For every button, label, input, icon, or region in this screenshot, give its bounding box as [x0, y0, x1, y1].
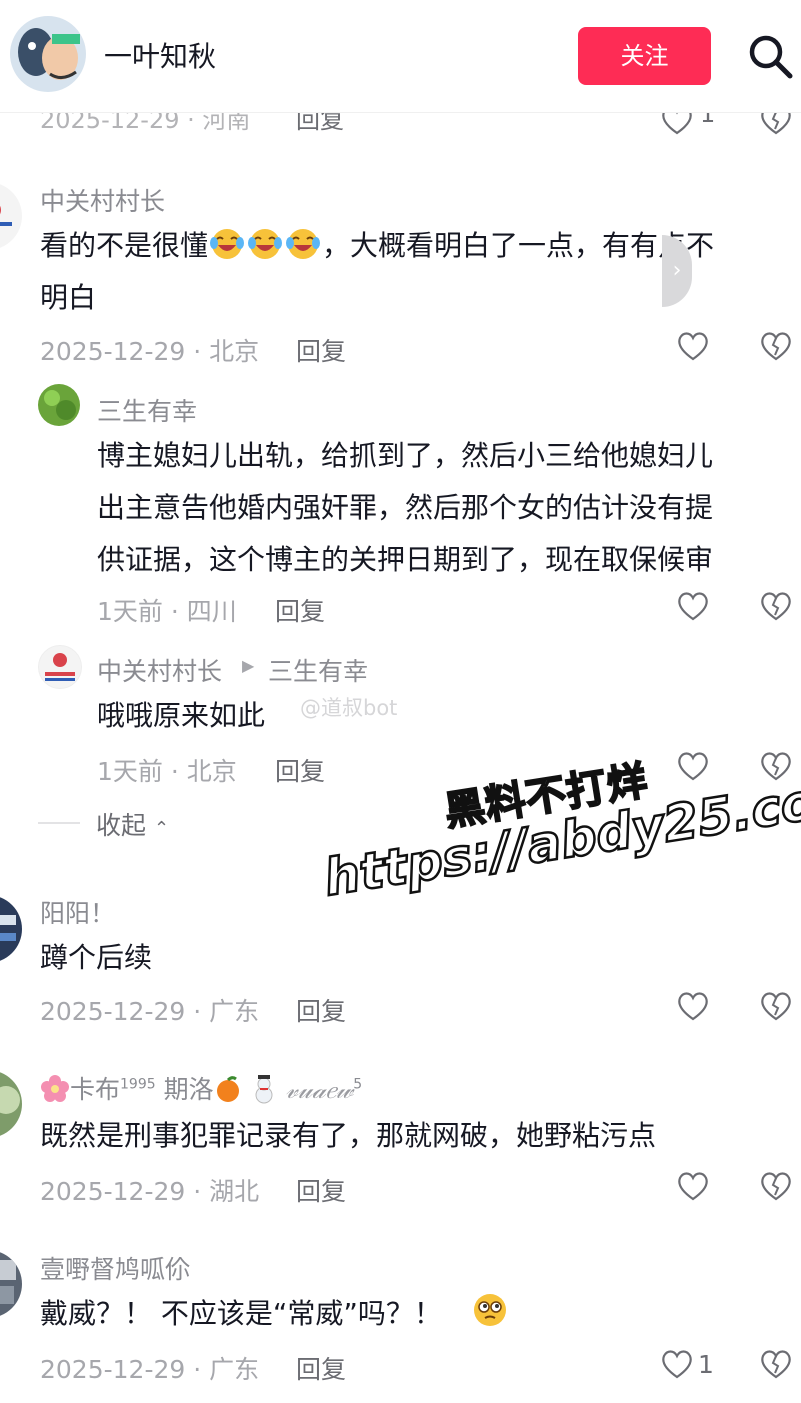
- laughing-crying-emoji-icon: [286, 226, 321, 260]
- comment-date: 2025-12-29 · 广东: [40, 997, 260, 1026]
- comment-date: 2025-12-29 · 湖北: [40, 1177, 260, 1206]
- dislike-icon[interactable]: [759, 1170, 793, 1206]
- comment-text-line: 出主意告他婚内强奸罪，然后那个女的估计没有提: [97, 491, 714, 524]
- reply-button[interactable]: 回复: [296, 1350, 346, 1386]
- reply-to-username[interactable]: 三生有幸: [268, 652, 368, 688]
- search-icon[interactable]: [746, 32, 794, 80]
- comment-text: 蹲个后续: [40, 941, 153, 974]
- comment-text-part: 看的不是很懂: [40, 229, 209, 262]
- laughing-crying-emoji-icon: [248, 226, 283, 260]
- orange-emoji-icon: [214, 1075, 242, 1104]
- dislike-icon[interactable]: [759, 590, 793, 626]
- comment-text-line: 博主媳妇儿出轨，给抓到了，然后小三给他媳妇儿: [97, 439, 714, 472]
- chevron-up-icon: ⌃: [153, 818, 170, 839]
- comment-username[interactable]: 中关村村长: [97, 652, 222, 688]
- avatar[interactable]: [0, 182, 22, 250]
- like-icon[interactable]: [676, 750, 710, 786]
- avatar[interactable]: [0, 895, 22, 963]
- username-part: 𝓋𝓊𝒶𝑒𝓌: [285, 1075, 354, 1104]
- dislike-icon[interactable]: [759, 330, 793, 366]
- reply-button[interactable]: 回复: [296, 1172, 346, 1208]
- follow-button[interactable]: 关注: [578, 27, 711, 85]
- comment-date: 1天前 · 北京: [97, 757, 237, 786]
- avatar[interactable]: [0, 1250, 22, 1318]
- dislike-icon[interactable]: [759, 1348, 793, 1384]
- avatar[interactable]: [38, 384, 80, 426]
- comment-date: 2025-12-29 · 北京: [40, 337, 260, 366]
- comment-username[interactable]: 三生有幸: [97, 392, 197, 428]
- like-icon[interactable]: [676, 990, 710, 1026]
- comment-username[interactable]: 阳阳！: [40, 894, 115, 930]
- comment-text-part: 明白: [40, 281, 97, 314]
- comment-text-line: 供证据，这个博主的关押日期到了，现在取保候审: [97, 543, 714, 576]
- collapse-replies-button[interactable]: 收起 ⌃: [96, 806, 169, 842]
- like-icon[interactable]: [676, 590, 710, 626]
- comment-text: 博主媳妇儿出轨，给抓到了，然后小三给他媳妇儿 出主意告他婚内强奸罪，然后那个女的…: [97, 430, 797, 586]
- like-icon[interactable]: [676, 330, 710, 366]
- reply-button[interactable]: 回复: [296, 992, 346, 1028]
- username-sup: 1995: [120, 1076, 156, 1093]
- comment-username[interactable]: 卡布1995 期洛 𝓋𝓊𝒶𝑒𝓌5: [40, 1070, 362, 1106]
- collapse-label: 收起: [96, 811, 147, 840]
- thinking-face-emoji-icon: [471, 1291, 509, 1329]
- author-name[interactable]: 一叶知秋: [104, 35, 216, 75]
- author-avatar[interactable]: [10, 16, 86, 92]
- weibo-watermark: @道叔bot: [300, 696, 398, 720]
- comment-username[interactable]: 壹嘢督鸠呱伱: [40, 1250, 190, 1286]
- username-part: 卡布: [70, 1075, 121, 1104]
- avatar[interactable]: [0, 1070, 22, 1138]
- flower-emoji-icon: [40, 1075, 70, 1104]
- comment-text: 戴威？！ 不应该是“常威”吗？！: [40, 1288, 511, 1340]
- reply-button[interactable]: 回复: [275, 752, 325, 788]
- top-bar: 一叶知秋 关注: [0, 0, 801, 113]
- comment-username[interactable]: 中关村村长: [40, 182, 165, 218]
- dislike-icon[interactable]: [759, 990, 793, 1026]
- laughing-crying-emoji-icon: [210, 226, 245, 260]
- comment-text-part: ，大概看明白了一点，有有点不: [322, 229, 715, 262]
- username-part: 期洛: [163, 1075, 214, 1104]
- comment-text-part: 戴威？！ 不应该是“常威”吗？！: [40, 1297, 442, 1330]
- snowman-emoji-icon: [250, 1075, 278, 1104]
- reply-button[interactable]: 回复: [275, 592, 325, 628]
- reply-button[interactable]: 回复: [296, 332, 346, 368]
- comment-text: 哦哦原来如此: [97, 699, 266, 732]
- like-icon[interactable]: [660, 1348, 694, 1384]
- reply-arrow-icon: ▶: [242, 656, 255, 675]
- comment-text: 既然是刑事犯罪记录有了，那就网破，她野粘污点: [40, 1119, 657, 1152]
- like-icon[interactable]: [676, 1170, 710, 1206]
- like-count: 1: [698, 1350, 714, 1379]
- comment-date: 2025-12-29 · 广东: [40, 1355, 260, 1384]
- divider: [38, 822, 80, 824]
- comment-date: 1天前 · 四川: [97, 597, 237, 626]
- avatar[interactable]: [38, 645, 82, 689]
- username-sup: 5: [353, 1076, 363, 1093]
